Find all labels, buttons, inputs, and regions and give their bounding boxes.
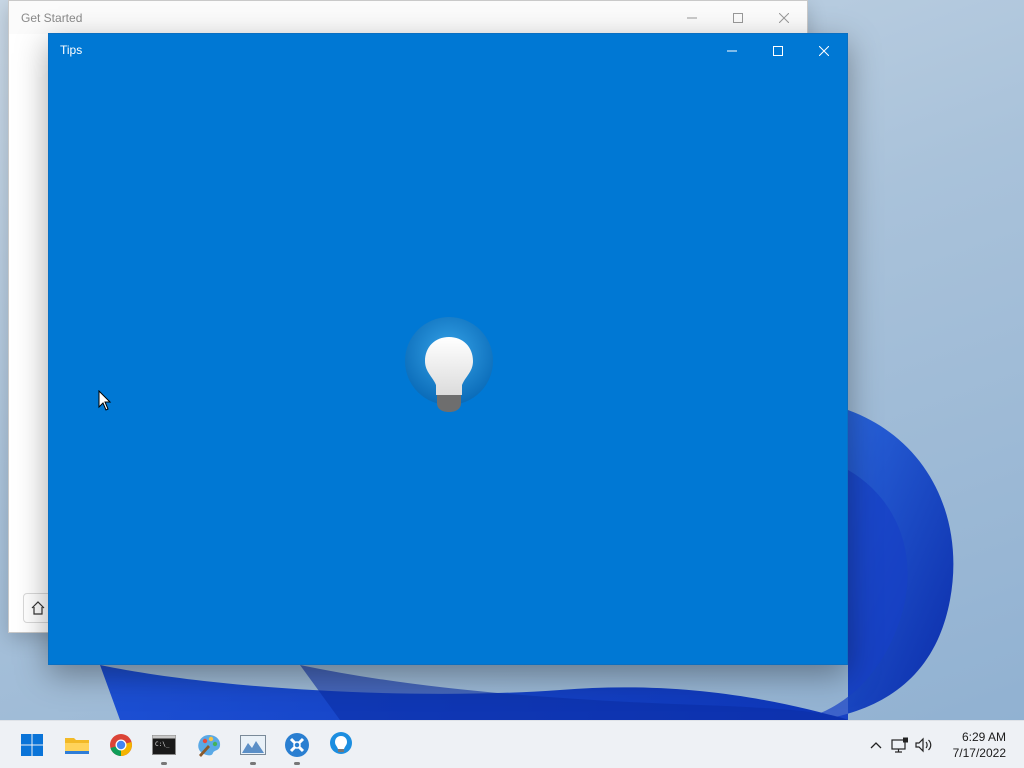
show-hidden-icons-button[interactable] (864, 729, 888, 762)
get-started-title: Get Started (21, 10, 83, 25)
tips-minimize-button[interactable] (709, 34, 755, 67)
home-icon (31, 601, 45, 615)
running-indicator (294, 762, 300, 765)
taskbar: C:\_ 6:29 AM 7/17/2022 (0, 720, 1024, 768)
get-started-close-button[interactable] (761, 1, 807, 34)
tips-window-controls (709, 34, 847, 66)
lightbulb-icon (330, 732, 352, 754)
taskbar-tips[interactable] (325, 729, 357, 761)
tips-close-button[interactable] (801, 34, 847, 67)
running-indicator (161, 762, 167, 765)
tips-title: Tips (60, 43, 83, 57)
clock-time: 6:29 AM (961, 730, 1006, 744)
close-icon (779, 12, 789, 23)
mouse-cursor-icon (98, 390, 112, 411)
maximize-icon (733, 12, 743, 23)
taskbar-clock[interactable]: 6:29 AM 7/17/2022 (953, 729, 1006, 761)
taskbar-image-viewer[interactable] (237, 729, 269, 765)
paint-palette-icon (198, 735, 221, 757)
windows-logo-icon (21, 734, 43, 756)
lightbulb-icon (405, 317, 493, 412)
close-icon (819, 45, 829, 56)
minimize-icon (687, 17, 697, 18)
get-started-maximize-button[interactable] (715, 1, 761, 34)
get-started-window-controls (669, 1, 807, 34)
get-started-minimize-button[interactable] (669, 1, 715, 34)
tips-window: Tips (48, 33, 848, 665)
taskbar-chrome[interactable] (105, 729, 137, 761)
volume-icon (915, 737, 932, 753)
svg-text:C:\_: C:\_ (155, 741, 170, 748)
taskbar-paint[interactable] (193, 729, 225, 761)
taskbar-file-explorer[interactable] (61, 729, 93, 761)
chevron-up-icon (870, 742, 882, 749)
x-app-icon (285, 733, 309, 757)
terminal-icon: C:\_ (152, 735, 176, 755)
network-icon (891, 737, 908, 753)
clock-date: 7/17/2022 (952, 746, 1006, 760)
system-tray (864, 721, 936, 768)
tips-maximize-button[interactable] (755, 34, 801, 67)
image-icon (240, 735, 266, 755)
minimize-icon (727, 50, 737, 51)
taskbar-app[interactable] (281, 729, 313, 765)
running-indicator (250, 762, 256, 765)
network-button[interactable] (888, 729, 912, 762)
maximize-icon (773, 45, 783, 56)
start-button[interactable] (16, 729, 48, 761)
taskbar-terminal[interactable]: C:\_ (148, 729, 180, 765)
chrome-icon (110, 734, 132, 756)
folder-icon (65, 738, 89, 754)
volume-button[interactable] (912, 729, 936, 762)
